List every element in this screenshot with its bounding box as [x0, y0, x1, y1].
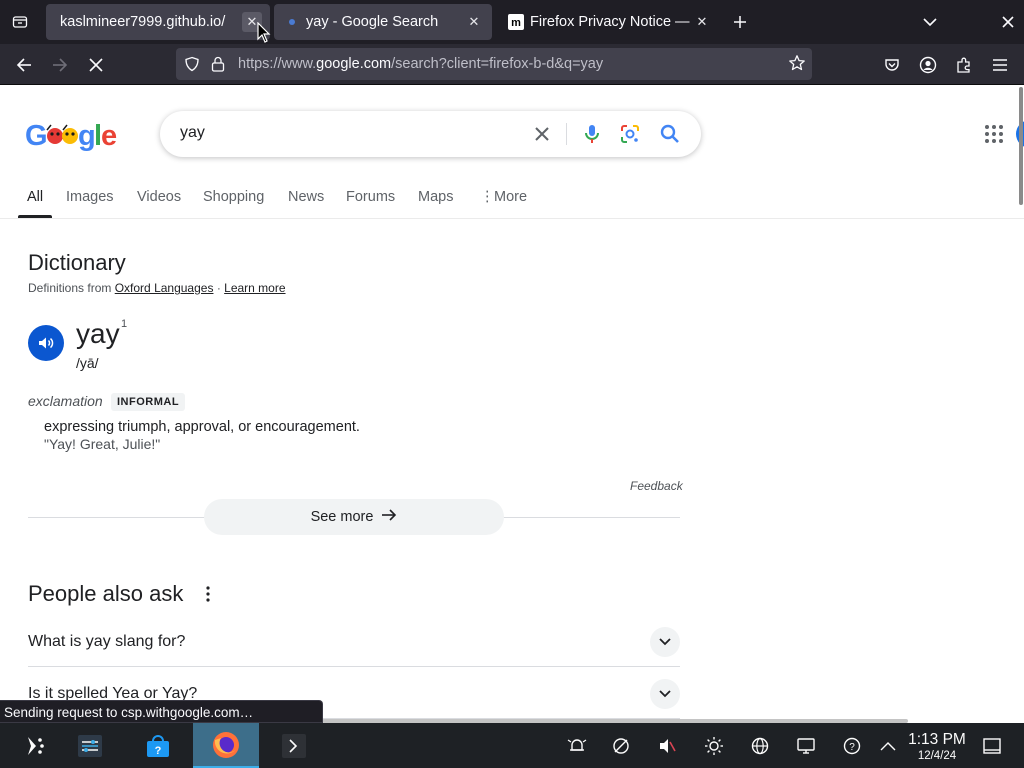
terminal-icon[interactable]: [274, 723, 314, 768]
app-launcher-icon[interactable]: [14, 723, 54, 768]
svg-text:G: G: [25, 120, 47, 151]
search-input[interactable]: yay: [180, 124, 205, 142]
url-text[interactable]: https://www.google.com/search?client=fir…: [238, 56, 603, 72]
clock[interactable]: 1:13 PM 12/4/24: [902, 731, 972, 763]
hamburger-menu-icon[interactable]: [986, 51, 1014, 79]
clock-date: 12/4/24: [917, 750, 957, 762]
tab-videos[interactable]: Videos: [137, 189, 181, 205]
svg-text:?: ?: [849, 742, 855, 753]
forward-arrow-icon[interactable]: [46, 51, 74, 79]
tab-title: kaslmineer7999.github.io/: [60, 14, 226, 30]
tab-images[interactable]: Images: [66, 189, 114, 205]
active-tab-underline: [18, 215, 52, 218]
pronunciation-speaker-icon[interactable]: [28, 325, 64, 361]
lock-icon[interactable]: [210, 55, 226, 78]
tab-all[interactable]: All: [27, 189, 43, 205]
mozilla-favicon-icon: m: [508, 14, 524, 30]
back-arrow-icon[interactable]: [10, 51, 38, 79]
svg-text:e: e: [101, 120, 117, 151]
clock-time: 1:13 PM: [908, 731, 966, 748]
loading-dot-icon: [284, 14, 300, 30]
dictionary-word: yay: [76, 318, 120, 349]
phonetic-spelling: /yā/: [76, 355, 99, 371]
word-sense-number: 1: [121, 318, 128, 330]
tab-maps[interactable]: Maps: [418, 189, 453, 205]
tab-forums[interactable]: Forums: [346, 189, 395, 205]
arrow-right-icon: [381, 508, 397, 526]
people-also-ask-heading: People also ask: [28, 581, 184, 606]
svg-text:m: m: [511, 17, 521, 29]
chevron-up-icon[interactable]: [877, 735, 899, 757]
microphone-icon[interactable]: [580, 122, 604, 146]
chevron-down-icon[interactable]: [650, 679, 680, 709]
definition-text: expressing triumph, approval, or encoura…: [44, 419, 360, 435]
google-doodle-logo[interactable]: G g l e: [25, 119, 117, 151]
list-all-tabs-icon[interactable]: [8, 10, 32, 34]
software-store-icon[interactable]: ?: [138, 723, 178, 768]
volume-muted-icon[interactable]: [656, 735, 678, 757]
tab-more[interactable]: ⋮More: [480, 189, 527, 205]
tab-news[interactable]: News: [288, 189, 324, 205]
show-desktop-icon[interactable]: [982, 736, 1002, 756]
svg-text:l: l: [94, 120, 101, 151]
search-icon[interactable]: [658, 122, 682, 146]
close-window-icon[interactable]: [996, 10, 1020, 34]
example-sentence: "Yay! Great, Julie!": [44, 436, 161, 452]
tab-bar: kaslmineer7999.github.io/ ✕ yay - Google…: [0, 0, 1024, 44]
navigation-toolbar: https://www.google.com/search?client=fir…: [0, 44, 1024, 85]
status-overlay: Sending request to csp.withgoogle.com…: [0, 700, 323, 723]
taskbar: ? ? 1:13 PM 12/4/24: [0, 723, 1024, 768]
tracking-shield-icon[interactable]: [184, 56, 200, 77]
chevron-down-icon[interactable]: [650, 627, 680, 657]
more-options-icon[interactable]: [202, 585, 214, 603]
address-bar[interactable]: https://www.google.com/search?client=fir…: [176, 48, 812, 80]
extensions-icon[interactable]: [950, 51, 978, 79]
oxford-languages-link[interactable]: Oxford Languages: [115, 281, 214, 295]
tab-github[interactable]: kaslmineer7999.github.io/ ✕: [46, 4, 270, 40]
web-page: G g l e yay All Images Videos Shopping N…: [0, 85, 1024, 723]
feedback-link[interactable]: Feedback: [630, 479, 683, 493]
tab-firefox-privacy[interactable]: m Firefox Privacy Notice — ✕: [498, 4, 720, 40]
see-more-button[interactable]: See more: [204, 499, 504, 535]
pocket-icon[interactable]: [878, 51, 906, 79]
network-globe-icon[interactable]: [749, 735, 771, 757]
new-tab-button[interactable]: [728, 10, 752, 34]
learn-more-link[interactable]: Learn more: [224, 281, 285, 295]
help-icon[interactable]: ?: [841, 735, 863, 757]
stop-loading-icon[interactable]: [82, 51, 110, 79]
close-tab-icon[interactable]: ✕: [692, 12, 712, 32]
more-vert-icon: ⋮: [480, 189, 495, 205]
tab-title: yay - Google Search: [306, 14, 439, 30]
search-box[interactable]: yay: [160, 111, 701, 157]
mouse-cursor-icon: [257, 21, 271, 49]
search-tabs: All Images Videos Shopping News Forums M…: [0, 183, 1024, 219]
chevron-down-icon[interactable]: [918, 10, 942, 34]
network-status-icon[interactable]: [610, 735, 632, 757]
google-lens-icon[interactable]: [618, 122, 642, 146]
tab-shopping[interactable]: Shopping: [203, 189, 264, 205]
tab-google-search[interactable]: yay - Google Search ✕: [274, 4, 492, 40]
google-apps-icon[interactable]: [982, 122, 1006, 146]
tab-title: Firefox Privacy Notice —: [530, 14, 690, 30]
display-icon[interactable]: [795, 735, 817, 757]
part-of-speech: exclamation: [28, 393, 103, 409]
close-tab-icon[interactable]: ✕: [464, 12, 484, 32]
dictionary-heading: Dictionary: [28, 250, 126, 275]
paa-question[interactable]: What is yay slang for?: [28, 615, 680, 667]
search-divider: [566, 123, 567, 145]
brightness-icon[interactable]: [703, 735, 725, 757]
svg-text:?: ?: [155, 745, 162, 757]
svg-text:g: g: [78, 120, 95, 151]
notifications-icon[interactable]: [566, 735, 588, 757]
bookmark-star-icon[interactable]: [788, 54, 806, 77]
system-settings-icon[interactable]: [70, 723, 110, 768]
register-badge: INFORMAL: [111, 393, 186, 411]
dictionary-source: Definitions from Oxford Languages · Lear…: [28, 281, 286, 295]
account-icon[interactable]: [914, 51, 942, 79]
clear-search-icon[interactable]: [530, 122, 554, 146]
firefox-icon[interactable]: [193, 723, 259, 768]
